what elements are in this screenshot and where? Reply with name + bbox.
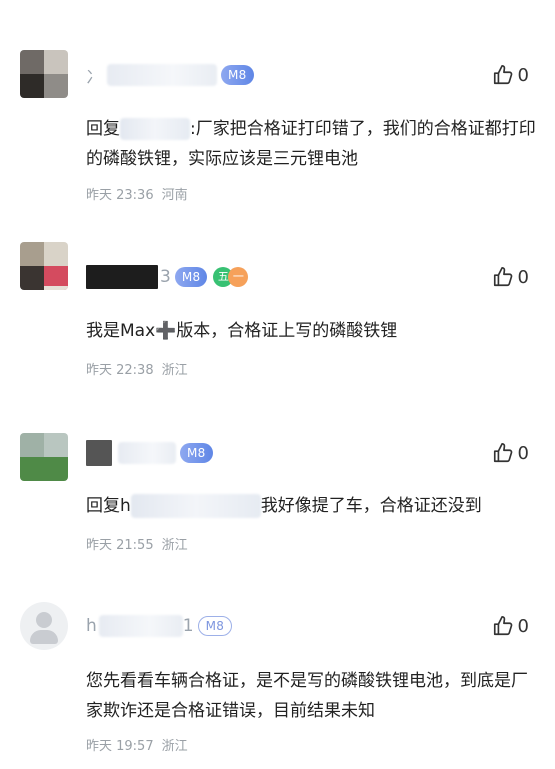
avatar[interactable] [20, 602, 68, 650]
redacted-reply-target [120, 118, 190, 140]
timestamp: 昨天 21:55 [86, 538, 154, 553]
like-count: 0 [517, 266, 529, 288]
vehicle-badge: M8 [197, 616, 233, 636]
vehicle-badge: M8 [180, 443, 213, 463]
timestamp: 昨天 22:38 [86, 363, 154, 378]
username-text: 3 [160, 267, 171, 287]
level-badge-secondary: 一 [228, 267, 249, 287]
comment-meta: 昨天 21:55 浙江 [86, 534, 188, 553]
like-button[interactable]: 0 [492, 612, 529, 640]
redacted-username [86, 265, 158, 289]
comment-text: 回复h 我好像提了车，合格证还没到 [86, 494, 482, 518]
username-text: h [86, 616, 97, 636]
redacted-username [98, 615, 183, 637]
timestamp: 昨天 23:36 [86, 188, 154, 203]
thumbs-up-icon [493, 616, 512, 636]
thumbs-up-icon [493, 65, 512, 85]
avatar[interactable] [20, 50, 68, 98]
vehicle-badge: M8 [221, 65, 254, 85]
username-text: 冫 [86, 67, 103, 88]
like-button[interactable]: 0 [492, 439, 529, 467]
comment-meta: 昨天 19:57 浙江 [86, 735, 188, 754]
like-count: 0 [517, 615, 529, 637]
comment-text: 我是Max➕版本，合格证上写的磷酸铁锂 [86, 321, 398, 341]
user-silhouette-icon [36, 612, 52, 628]
avatar[interactable] [20, 433, 68, 481]
comment-text: 您先看看车辆合格证，是不是写的磷酸铁锂电池，到底是厂家欺诈还是合格证错误，目前结… [86, 671, 528, 721]
username-text: 1 [182, 616, 194, 636]
like-button[interactable]: 0 [492, 263, 529, 291]
redacted-username [107, 64, 217, 86]
location: 浙江 [161, 363, 188, 378]
comment-meta: 昨天 23:36 河南 [86, 184, 188, 203]
username[interactable]: 3 M8 五 一 [86, 263, 249, 291]
location: 浙江 [161, 538, 188, 553]
redacted-reply-target [130, 494, 261, 518]
comment-text: 回复:厂家把合格证打印错了，我们的合格证都打印的磷酸铁锂，实际应该是三元锂电池 [86, 118, 536, 169]
location: 河南 [161, 188, 188, 203]
vehicle-badge: M8 [174, 267, 208, 287]
thumbs-up-icon [493, 443, 512, 463]
like-count: 0 [517, 64, 529, 86]
like-button[interactable]: 0 [492, 61, 529, 89]
username[interactable]: h 1 M8 [86, 612, 233, 640]
username[interactable]: M8 [86, 439, 213, 467]
like-count: 0 [517, 442, 529, 464]
redacted-username [86, 440, 112, 466]
timestamp: 昨天 19:57 [86, 739, 154, 754]
comment-meta: 昨天 22:38 浙江 [86, 359, 188, 378]
redacted-username [118, 442, 176, 464]
thumbs-up-icon [493, 267, 512, 287]
location: 浙江 [161, 739, 188, 754]
avatar[interactable] [20, 242, 68, 290]
username[interactable]: 冫 M8 [86, 61, 254, 89]
